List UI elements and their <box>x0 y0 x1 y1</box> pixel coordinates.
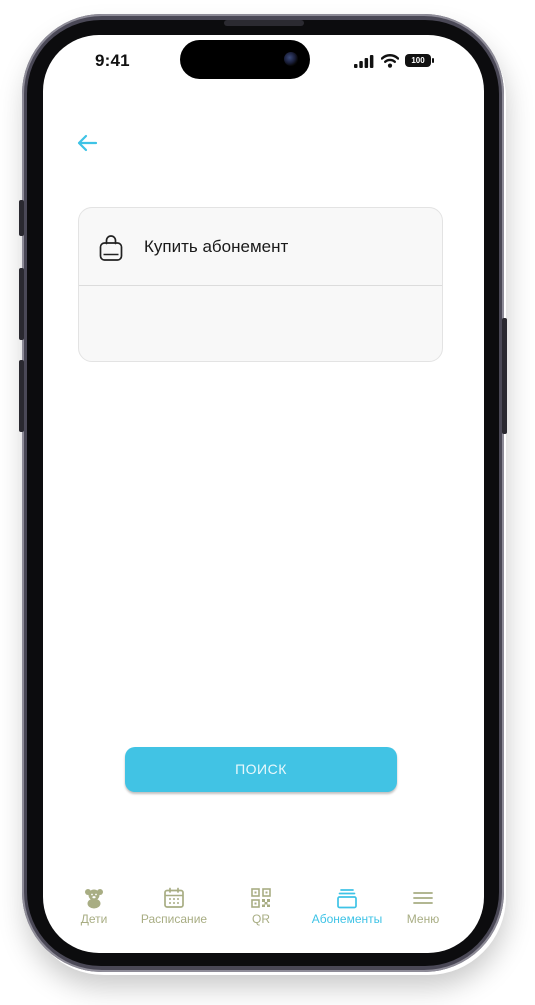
search-button[interactable]: ПОИСК <box>125 747 397 792</box>
status-time: 9:41 <box>95 51 130 70</box>
power-button <box>502 318 507 434</box>
speaker-grille <box>224 20 304 26</box>
tab-menu-label: Меню <box>406 912 440 926</box>
arrow-left-icon <box>77 134 98 152</box>
cards-stack-icon <box>337 889 357 909</box>
bottom-tab-bar: Дети Расписание QR Абонементы Меню <box>43 881 484 931</box>
subscription-card: Купить абонемент <box>78 207 443 362</box>
screen: 9:41 100 Купить абонемент ПОИСК Дети Рас… <box>43 35 484 953</box>
tab-schedule[interactable]: Расписание <box>129 881 219 931</box>
buy-subscription-item[interactable]: Купить абонемент <box>79 208 442 285</box>
silent-switch <box>19 200 24 236</box>
tab-schedule-label: Расписание <box>140 912 208 926</box>
tab-children-label: Дети <box>80 912 108 926</box>
back-button[interactable] <box>76 133 100 155</box>
wifi-icon <box>381 54 399 68</box>
volume-down-button <box>19 360 24 432</box>
volume-up-button <box>19 268 24 340</box>
signal-icon <box>354 55 374 68</box>
teddy-bear-icon <box>85 889 103 909</box>
qr-code-icon <box>251 888 271 908</box>
shopping-bag-icon <box>99 235 123 261</box>
dynamic-island <box>180 40 310 79</box>
card-empty-row <box>79 286 442 361</box>
tab-children[interactable]: Дети <box>49 881 139 931</box>
calendar-icon <box>164 887 184 908</box>
battery-icon: 100 <box>405 54 431 67</box>
tab-qr-label: QR <box>252 912 270 926</box>
tab-menu[interactable]: Меню <box>378 881 468 931</box>
camera-icon <box>284 52 298 66</box>
buy-subscription-label: Купить абонемент <box>144 237 289 256</box>
battery-nub <box>432 58 434 63</box>
tab-qr[interactable]: QR <box>216 881 306 931</box>
menu-icon <box>413 892 433 904</box>
